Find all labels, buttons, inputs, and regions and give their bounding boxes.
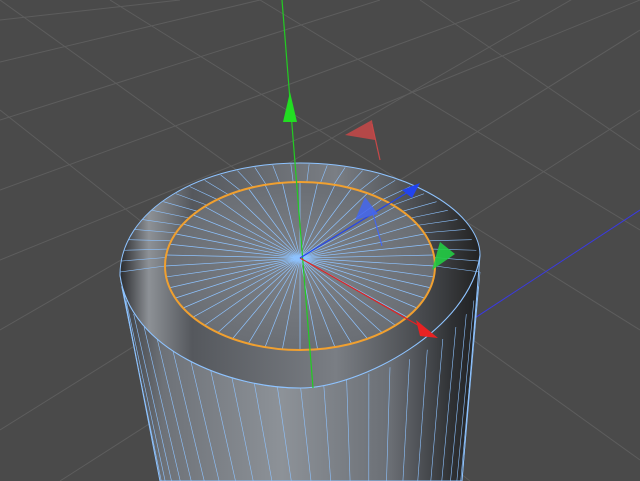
viewport-canvas[interactable] — [0, 0, 640, 481]
cylinder-object[interactable] — [119, 162, 481, 481]
3d-viewport[interactable] — [0, 0, 640, 481]
